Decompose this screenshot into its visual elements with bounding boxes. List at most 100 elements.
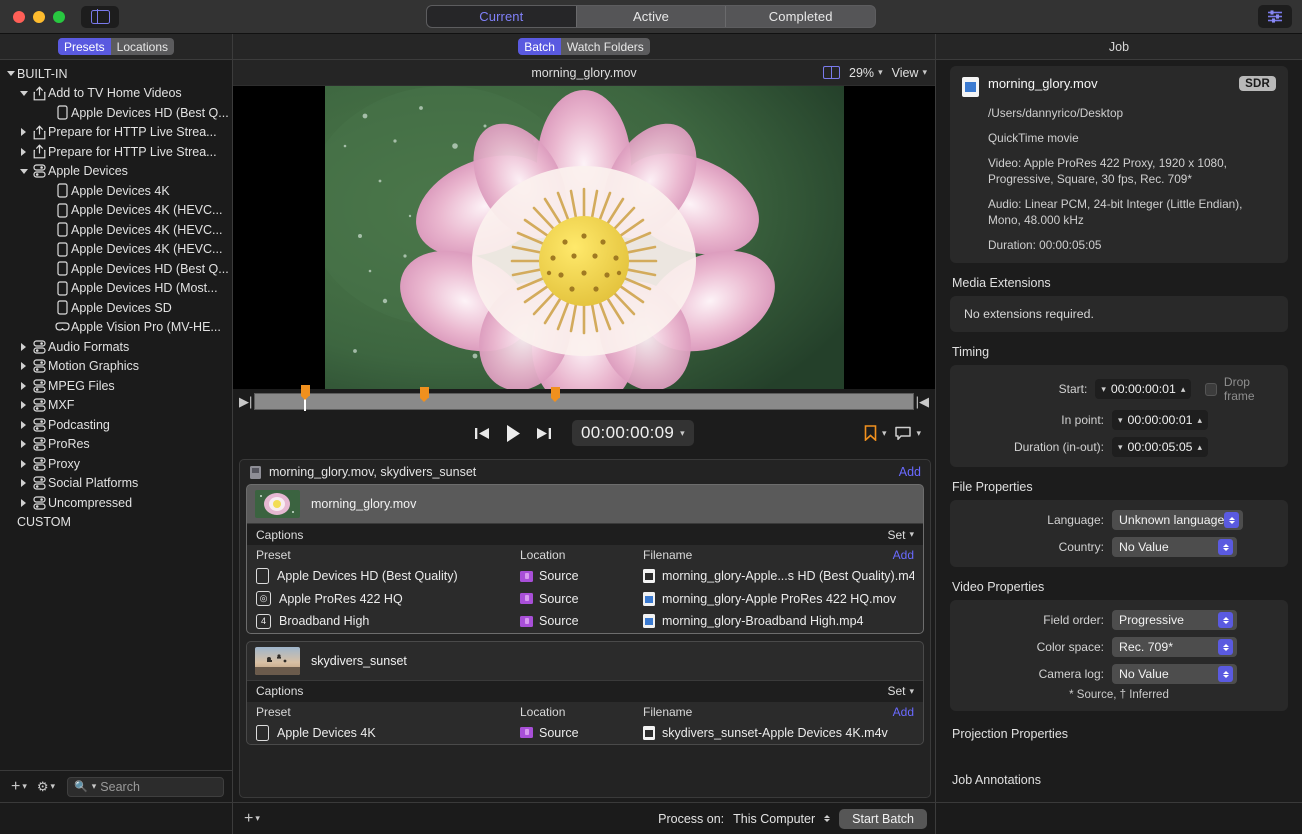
language-select[interactable]: Unknown language bbox=[1112, 510, 1243, 530]
job-card[interactable]: morning_glory.movCaptionsSet▾PresetLocat… bbox=[246, 484, 924, 634]
disclosure-triangle[interactable] bbox=[17, 440, 30, 448]
sidebar-toggle-button[interactable] bbox=[81, 6, 119, 28]
presets-tree[interactable]: BUILT-INAdd to TV Home VideosApple Devic… bbox=[0, 60, 232, 770]
skip-to-end-button[interactable] bbox=[535, 426, 552, 441]
disclosure-triangle[interactable] bbox=[4, 71, 17, 76]
chevron-down-icon[interactable]: ▾ bbox=[1118, 442, 1123, 453]
tree-item[interactable]: Apple Devices HD (Most... bbox=[0, 279, 232, 299]
country-select[interactable]: No Value bbox=[1112, 537, 1237, 557]
tree-item[interactable]: Apple Devices bbox=[0, 162, 232, 182]
table-row[interactable]: ◎Apple ProRes 422 HQSourcemorning_glory-… bbox=[247, 588, 923, 611]
view-menu[interactable]: View ▾ bbox=[892, 66, 927, 80]
preset-settings-button[interactable]: ⚙ ▾ bbox=[34, 777, 58, 797]
chevron-up-icon[interactable]: ▴ bbox=[1198, 415, 1203, 426]
timeline-marker[interactable] bbox=[301, 385, 310, 396]
tree-item[interactable]: Apple Devices SD bbox=[0, 298, 232, 318]
disclosure-triangle[interactable] bbox=[17, 382, 30, 390]
field-order-select[interactable]: Progressive bbox=[1112, 610, 1237, 630]
disclosure-triangle[interactable] bbox=[17, 91, 30, 96]
tree-item[interactable]: Proxy bbox=[0, 454, 232, 474]
tree-item[interactable]: Apple Vision Pro (MV-HE... bbox=[0, 318, 232, 338]
timing-duration-stepper[interactable]: ▾ 00:00:05:05 ▴ bbox=[1112, 437, 1208, 457]
job-inspector-scroll[interactable]: morning_glory.mov SDR /Users/dannyrico/D… bbox=[936, 60, 1302, 802]
tree-item[interactable]: Apple Devices 4K (HEVC... bbox=[0, 220, 232, 240]
minimize-button[interactable] bbox=[33, 11, 45, 23]
tree-item[interactable]: Apple Devices 4K (HEVC... bbox=[0, 201, 232, 221]
timing-start-stepper[interactable]: ▾ 00:00:00:01 ▴ bbox=[1095, 379, 1191, 399]
tree-item[interactable]: Apple Devices HD (Best Q... bbox=[0, 259, 232, 279]
batch-watchfolders-group[interactable]: Batch Watch Folders bbox=[518, 38, 650, 55]
tree-item[interactable]: Audio Formats bbox=[0, 337, 232, 357]
disclosure-triangle[interactable] bbox=[17, 169, 30, 174]
tree-item[interactable]: MXF bbox=[0, 396, 232, 416]
tab-locations[interactable]: Locations bbox=[111, 38, 174, 55]
captions-set-button[interactable]: Set▾ bbox=[887, 684, 914, 698]
start-batch-button[interactable]: Start Batch bbox=[839, 809, 927, 829]
batch-add-button[interactable]: Add bbox=[899, 465, 921, 479]
tree-item[interactable]: Prepare for HTTP Live Strea... bbox=[0, 123, 232, 143]
video-preview[interactable] bbox=[325, 86, 844, 389]
tree-item[interactable]: Add to TV Home Videos bbox=[0, 84, 232, 104]
scrubber-track[interactable] bbox=[254, 393, 913, 410]
inspector-section-header[interactable]: Projection Properties bbox=[936, 711, 1302, 757]
tab-completed[interactable]: Completed bbox=[725, 6, 875, 27]
table-row[interactable]: Apple Devices HD (Best Quality)Sourcemor… bbox=[247, 565, 923, 588]
tab-current[interactable]: Current bbox=[427, 6, 576, 27]
timing-inpoint-stepper[interactable]: ▾ 00:00:00:01 ▴ bbox=[1112, 410, 1208, 430]
play-button[interactable] bbox=[505, 424, 521, 443]
disclosure-triangle[interactable] bbox=[17, 460, 30, 468]
tree-item[interactable]: Podcasting bbox=[0, 415, 232, 435]
search-input[interactable]: 🔍 ▾ Search bbox=[67, 777, 224, 797]
captions-set-button[interactable]: Set▾ bbox=[887, 528, 914, 542]
in-point-cap-icon[interactable]: ▶| bbox=[239, 395, 252, 408]
table-row[interactable]: Apple Devices 4KSourceskydivers_sunset-A… bbox=[247, 722, 923, 745]
tree-item[interactable]: Uncompressed bbox=[0, 493, 232, 513]
tab-watch-folders[interactable]: Watch Folders bbox=[561, 38, 650, 55]
chevron-up-icon[interactable]: ▴ bbox=[1198, 442, 1203, 453]
drop-frame-control[interactable]: Drop frame bbox=[1205, 375, 1276, 403]
tree-item[interactable]: Motion Graphics bbox=[0, 357, 232, 377]
job-header[interactable]: morning_glory.mov bbox=[247, 485, 923, 523]
process-on-value[interactable]: This Computer bbox=[733, 812, 815, 826]
marker-menu[interactable]: ▾ bbox=[864, 425, 887, 441]
tree-item[interactable]: MPEG Files bbox=[0, 376, 232, 396]
process-on-stepper-icon[interactable] bbox=[824, 815, 830, 822]
timecode-field[interactable]: 00:00:00:09 ▾ bbox=[572, 420, 694, 446]
tab-presets[interactable]: Presets bbox=[58, 38, 111, 55]
tree-item[interactable]: Apple Devices 4K bbox=[0, 181, 232, 201]
presets-locations-group[interactable]: Presets Locations bbox=[58, 38, 174, 55]
disclosure-triangle[interactable] bbox=[17, 343, 30, 351]
tree-item[interactable]: Social Platforms bbox=[0, 474, 232, 494]
tree-item[interactable]: Prepare for HTTP Live Strea... bbox=[0, 142, 232, 162]
table-row[interactable]: 4Broadband HighSourcemorning_glory-Broad… bbox=[247, 610, 923, 633]
timeline-marker[interactable] bbox=[420, 387, 429, 398]
disclosure-triangle[interactable] bbox=[17, 499, 30, 507]
tree-item[interactable]: ProRes bbox=[0, 435, 232, 455]
disclosure-triangle[interactable] bbox=[17, 362, 30, 370]
inspector-section-header[interactable]: Job Annotations bbox=[936, 757, 1302, 802]
tree-group-header[interactable]: CUSTOM bbox=[0, 513, 232, 533]
job-header[interactable]: skydivers_sunset bbox=[247, 642, 923, 680]
add-job-button[interactable]: + ▾ bbox=[241, 810, 263, 828]
chevron-up-icon[interactable]: ▴ bbox=[1181, 384, 1186, 395]
captions-menu[interactable]: ▾ bbox=[895, 426, 921, 440]
tab-active[interactable]: Active bbox=[576, 6, 726, 27]
tree-item[interactable]: Apple Devices HD (Best Q... bbox=[0, 103, 232, 123]
add-output-button[interactable]: Add bbox=[893, 705, 914, 719]
tree-group-header[interactable]: BUILT-IN bbox=[0, 64, 232, 84]
out-point-cap-icon[interactable]: |◀ bbox=[916, 395, 929, 408]
skip-to-start-button[interactable] bbox=[474, 426, 491, 441]
close-button[interactable] bbox=[13, 11, 25, 23]
add-preset-button[interactable]: + ▾ bbox=[8, 778, 30, 796]
view-mode-segmented-control[interactable]: Current Active Completed bbox=[426, 5, 876, 28]
split-view-icon[interactable] bbox=[823, 66, 840, 79]
disclosure-triangle[interactable] bbox=[17, 148, 30, 156]
chevron-down-icon[interactable]: ▾ bbox=[1118, 415, 1123, 426]
tree-item[interactable]: Apple Devices 4K (HEVC... bbox=[0, 240, 232, 260]
tab-batch[interactable]: Batch bbox=[518, 38, 561, 55]
inspector-toggle-button[interactable] bbox=[1258, 5, 1292, 28]
zoom-button[interactable] bbox=[53, 11, 65, 23]
chevron-down-icon[interactable]: ▾ bbox=[1101, 384, 1106, 395]
add-output-button[interactable]: Add bbox=[893, 548, 914, 562]
disclosure-triangle[interactable] bbox=[17, 128, 30, 136]
